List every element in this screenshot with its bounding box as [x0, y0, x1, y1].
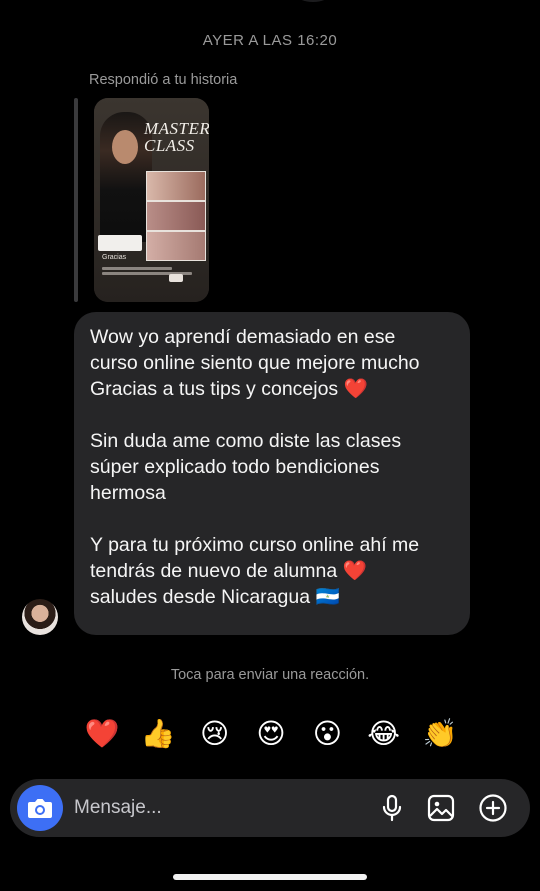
message-paragraph: Wow yo aprendí demasiado en ese curso on…	[90, 326, 420, 400]
plus-circle-icon[interactable]	[478, 793, 508, 823]
story-person-face	[112, 130, 138, 164]
reaction-hint: Toca para enviar una reacción.	[170, 667, 370, 683]
message-timestamp: AYER A LAS 16:20	[202, 32, 338, 49]
story-caption-box	[98, 235, 142, 251]
story-photo-tile	[146, 171, 206, 201]
reply-indicator-bar	[74, 98, 78, 302]
story-photo-tile	[146, 201, 206, 231]
story-reply-header: Respondió a tu historia	[89, 72, 238, 88]
story-gracias-text: Gracias	[102, 254, 127, 261]
story-thumbnail[interactable]: MASTER CLASS Gracias	[94, 98, 209, 302]
reaction-bar: ❤️ 👍 😢 😍 😮 😂 👏	[82, 713, 460, 753]
message-composer	[10, 779, 530, 837]
top-avatar-fragment	[296, 0, 330, 2]
story-title-line1: MASTER	[144, 119, 209, 138]
home-indicator[interactable]	[173, 874, 367, 880]
story-photo-tile	[146, 231, 206, 261]
reaction-clapping[interactable]: 👏	[420, 713, 460, 753]
reaction-heart[interactable]: ❤️	[82, 713, 122, 753]
reaction-crying[interactable]: 😢	[195, 713, 235, 753]
reaction-surprised[interactable]: 😮	[307, 713, 347, 753]
reaction-thumbs-up[interactable]: 👍	[138, 713, 178, 753]
message-paragraph: Y para tu próximo curso online ahí me te…	[90, 534, 420, 608]
message-input[interactable]	[74, 793, 364, 823]
camera-button[interactable]	[17, 785, 63, 831]
story-small-text	[102, 265, 202, 279]
message-bubble[interactable]: Wow yo aprendí demasiado en ese curso on…	[74, 312, 470, 635]
camera-icon	[28, 799, 52, 818]
story-chip	[169, 274, 183, 282]
story-title: MASTER CLASS	[144, 120, 209, 154]
story-title-line2: CLASS	[144, 136, 195, 155]
microphone-icon[interactable]	[377, 793, 407, 823]
reaction-heart-eyes[interactable]: 😍	[251, 713, 291, 753]
gallery-icon[interactable]	[426, 793, 456, 823]
sender-avatar[interactable]	[22, 599, 58, 635]
reaction-laughing[interactable]: 😂	[364, 713, 404, 753]
message-paragraph: Sin duda ame como diste las clases súper…	[90, 430, 402, 504]
